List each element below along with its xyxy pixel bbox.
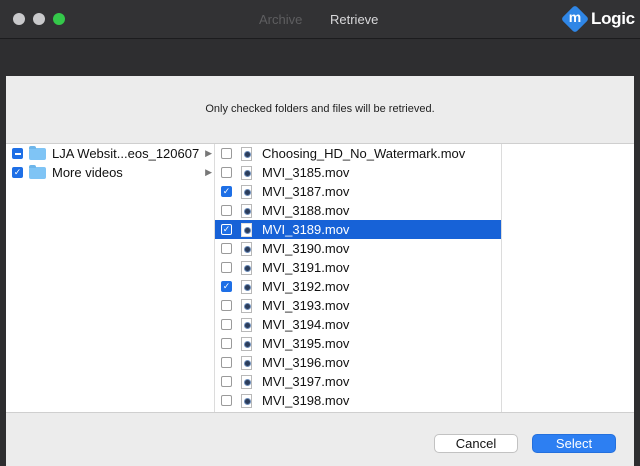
file-checkbox[interactable]: ✓	[221, 281, 232, 292]
file-row[interactable]: MVI_3194.mov	[215, 315, 501, 334]
movie-file-icon	[241, 374, 252, 389]
chevron-right-icon: ▶	[205, 167, 212, 177]
file-checkbox[interactable]	[221, 148, 232, 159]
file-row[interactable]: MVI_3195.mov	[215, 334, 501, 353]
file-row[interactable]: MVI_3193.mov	[215, 296, 501, 315]
column-browser: LJA Websit...eos_120607 ▶ ✓ More videos …	[6, 143, 634, 413]
file-label: MVI_3189.mov	[262, 222, 350, 237]
file-checkbox[interactable]: ✓	[221, 186, 232, 197]
close-window-button[interactable]	[13, 13, 25, 25]
movie-file-icon	[241, 355, 252, 370]
file-label: MVI_3195.mov	[262, 336, 350, 351]
file-row[interactable]: MVI_3190.mov	[215, 239, 501, 258]
file-label: MVI_3191.mov	[262, 260, 350, 275]
logo-badge-letter: m	[568, 9, 582, 25]
minimize-window-button[interactable]	[33, 13, 45, 25]
movie-file-icon	[241, 146, 252, 161]
movie-file-icon	[241, 393, 252, 408]
file-row[interactable]: Choosing_HD_No_Watermark.mov	[215, 144, 501, 163]
file-row[interactable]: MVI_3191.mov	[215, 258, 501, 277]
logo-text: Logic	[591, 9, 635, 28]
folder-checkbox[interactable]	[12, 148, 23, 159]
file-label: MVI_3192.mov	[262, 279, 350, 294]
movie-file-icon	[241, 203, 252, 218]
folder-column: LJA Websit...eos_120607 ▶ ✓ More videos …	[6, 144, 215, 412]
file-checkbox[interactable]	[221, 395, 232, 406]
file-row[interactable]: MVI_3197.mov	[215, 372, 501, 391]
file-checkbox[interactable]	[221, 300, 232, 311]
tab-retrieve[interactable]: Retrieve	[330, 12, 378, 27]
folder-label: LJA Websit...eos_120607	[52, 146, 200, 161]
instruction-text: Only checked folders and files will be r…	[205, 103, 435, 115]
cancel-button[interactable]: Cancel	[434, 434, 518, 453]
movie-file-icon	[241, 165, 252, 180]
tab-archive[interactable]: Archive	[259, 12, 302, 27]
file-checkbox[interactable]	[221, 376, 232, 387]
folder-label: More videos	[52, 165, 123, 180]
movie-file-icon	[241, 317, 252, 332]
mlogic-logo: m Logic	[560, 4, 635, 34]
movie-file-icon	[241, 241, 252, 256]
file-label: MVI_3188.mov	[262, 203, 350, 218]
zoom-window-button[interactable]	[53, 13, 65, 25]
file-row[interactable]: ✓ MVI_3192.mov	[215, 277, 501, 296]
file-checkbox[interactable]	[221, 205, 232, 216]
file-checkbox[interactable]	[221, 338, 232, 349]
file-label: MVI_3187.mov	[262, 184, 350, 199]
file-label: MVI_3197.mov	[262, 374, 350, 389]
chevron-right-icon: ▶	[205, 148, 212, 158]
movie-file-icon	[241, 184, 252, 199]
folder-row[interactable]: LJA Websit...eos_120607 ▶	[6, 144, 214, 163]
file-row[interactable]: MVI_3196.mov	[215, 353, 501, 372]
file-row[interactable]: MVI_3185.mov	[215, 163, 501, 182]
file-row-selected[interactable]: ✓ MVI_3189.mov	[215, 220, 501, 239]
file-row[interactable]: MVI_3198.mov	[215, 391, 501, 410]
file-label: MVI_3194.mov	[262, 317, 350, 332]
file-label: MVI_3190.mov	[262, 241, 350, 256]
movie-file-icon	[241, 336, 252, 351]
title-bar: Archive Retrieve m Logic	[0, 0, 640, 39]
file-checkbox[interactable]	[221, 262, 232, 273]
select-button[interactable]: Select	[532, 434, 616, 453]
movie-file-icon	[241, 222, 252, 237]
file-label: MVI_3198.mov	[262, 393, 350, 408]
file-checkbox[interactable]	[221, 167, 232, 178]
file-row[interactable]: MVI_3188.mov	[215, 201, 501, 220]
retrieve-sheet: Only checked folders and files will be r…	[6, 76, 634, 466]
file-label: Choosing_HD_No_Watermark.mov	[262, 146, 466, 161]
file-checkbox[interactable]	[221, 319, 232, 330]
file-checkbox[interactable]: ✓	[221, 224, 232, 235]
folder-icon	[29, 164, 46, 179]
folder-checkbox[interactable]: ✓	[12, 167, 23, 178]
movie-file-icon	[241, 260, 252, 275]
file-column: Choosing_HD_No_Watermark.mov MVI_3185.mo…	[215, 144, 502, 412]
file-checkbox[interactable]	[221, 357, 232, 368]
folder-icon	[29, 145, 46, 160]
folder-row[interactable]: ✓ More videos ▶	[6, 163, 214, 182]
file-checkbox[interactable]	[221, 243, 232, 254]
movie-file-icon	[241, 279, 252, 294]
file-label: MVI_3185.mov	[262, 165, 350, 180]
movie-file-icon	[241, 298, 252, 313]
file-label: MVI_3193.mov	[262, 298, 350, 313]
file-label: MVI_3196.mov	[262, 355, 350, 370]
file-row[interactable]: ✓ MVI_3187.mov	[215, 182, 501, 201]
